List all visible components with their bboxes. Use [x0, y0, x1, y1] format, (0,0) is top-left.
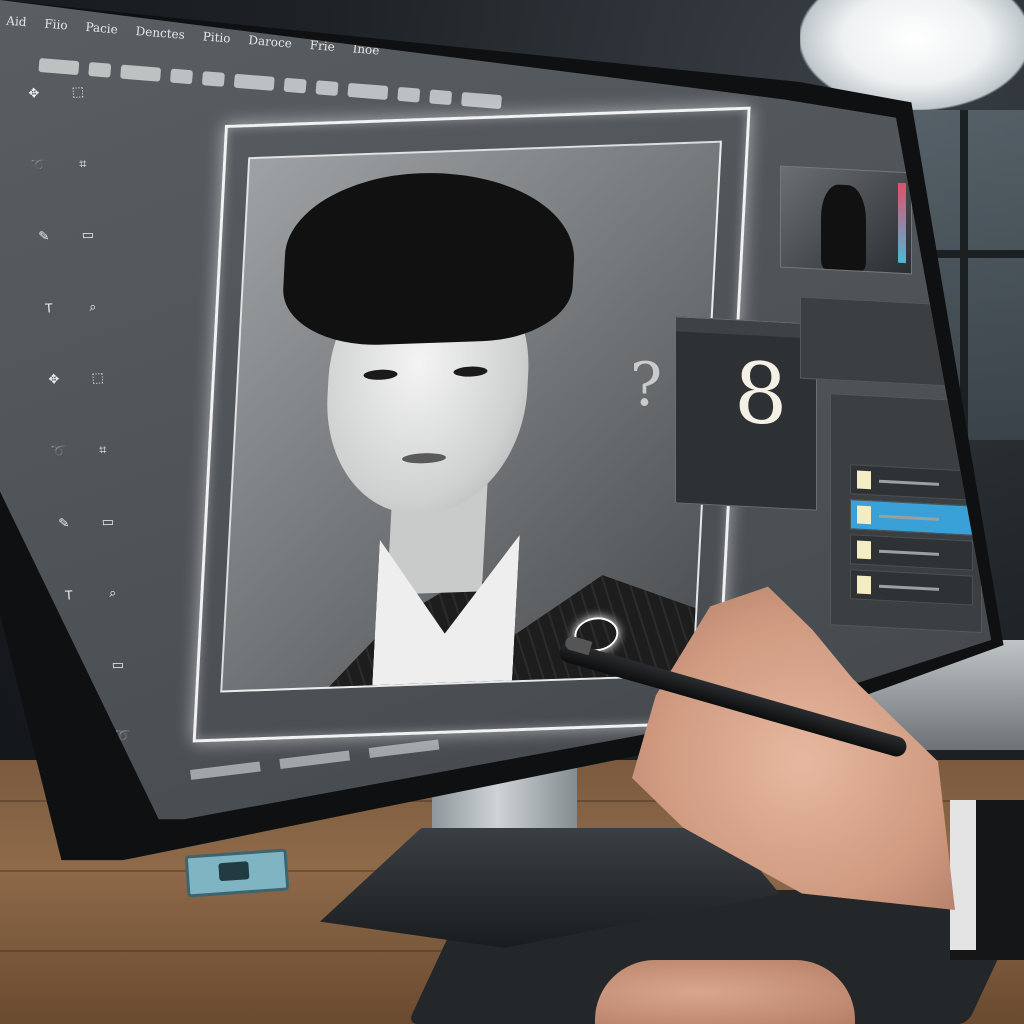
portrait-hair — [280, 167, 579, 349]
lower-hand — [595, 960, 855, 1024]
option-button[interactable] — [283, 77, 307, 94]
document-canvas[interactable] — [192, 106, 751, 743]
option-button[interactable] — [88, 61, 112, 78]
layer-row[interactable] — [850, 534, 973, 571]
option-button[interactable] — [315, 80, 339, 96]
shirt-cuff — [950, 800, 976, 950]
text-icon[interactable]: T — [39, 300, 58, 317]
layer-row[interactable] — [850, 569, 973, 606]
option-button[interactable] — [38, 57, 80, 76]
brush-icon[interactable]: ✎ — [34, 228, 53, 245]
zoom-icon[interactable]: ⌕ — [103, 585, 122, 602]
color-slider[interactable] — [898, 182, 906, 264]
eraser-icon[interactable]: ▭ — [98, 513, 117, 530]
window-mullion — [960, 110, 968, 440]
eraser-icon[interactable]: ▭ — [108, 656, 127, 673]
marquee-icon[interactable]: ⬚ — [88, 370, 107, 387]
menu-item[interactable]: Pacie — [85, 20, 118, 37]
option-button[interactable] — [169, 68, 194, 85]
menu-item[interactable]: Fiio — [44, 17, 68, 33]
layer-row[interactable] — [850, 464, 973, 501]
text-icon[interactable]: T — [59, 586, 78, 603]
adjustments-panel[interactable] — [800, 296, 952, 387]
zoom-icon[interactable]: ⌕ — [83, 298, 102, 315]
status-chip — [279, 750, 351, 769]
layer-row-selected[interactable] — [850, 499, 973, 536]
desk-sticker — [184, 848, 290, 898]
status-chip — [368, 739, 440, 758]
crop-icon[interactable]: ⌗ — [73, 155, 92, 172]
menu-item[interactable]: Pitio — [202, 29, 231, 45]
option-button[interactable] — [461, 91, 503, 110]
move-icon[interactable]: ✥ — [44, 372, 63, 389]
option-button[interactable] — [347, 82, 389, 101]
option-button[interactable] — [201, 71, 225, 87]
menu-item[interactable]: Aid — [6, 14, 27, 30]
status-chip — [190, 761, 261, 780]
option-button[interactable] — [233, 73, 275, 91]
crop-icon[interactable]: ⌗ — [93, 442, 112, 459]
option-button[interactable] — [429, 89, 453, 106]
eraser-icon[interactable]: ▭ — [78, 227, 97, 244]
marquee-icon[interactable]: ⬚ — [68, 84, 87, 101]
menu-item[interactable]: Denctes — [135, 24, 185, 42]
navigator-thumbnail[interactable] — [780, 165, 912, 275]
ghost-glyph: ? — [630, 350, 663, 420]
brush-icon[interactable]: ✎ — [54, 515, 73, 532]
option-button[interactable] — [397, 86, 421, 103]
lasso-icon[interactable]: ➰ — [49, 443, 68, 460]
move-icon[interactable]: ✥ — [24, 85, 43, 102]
lasso-icon[interactable]: ➰ — [29, 157, 48, 174]
